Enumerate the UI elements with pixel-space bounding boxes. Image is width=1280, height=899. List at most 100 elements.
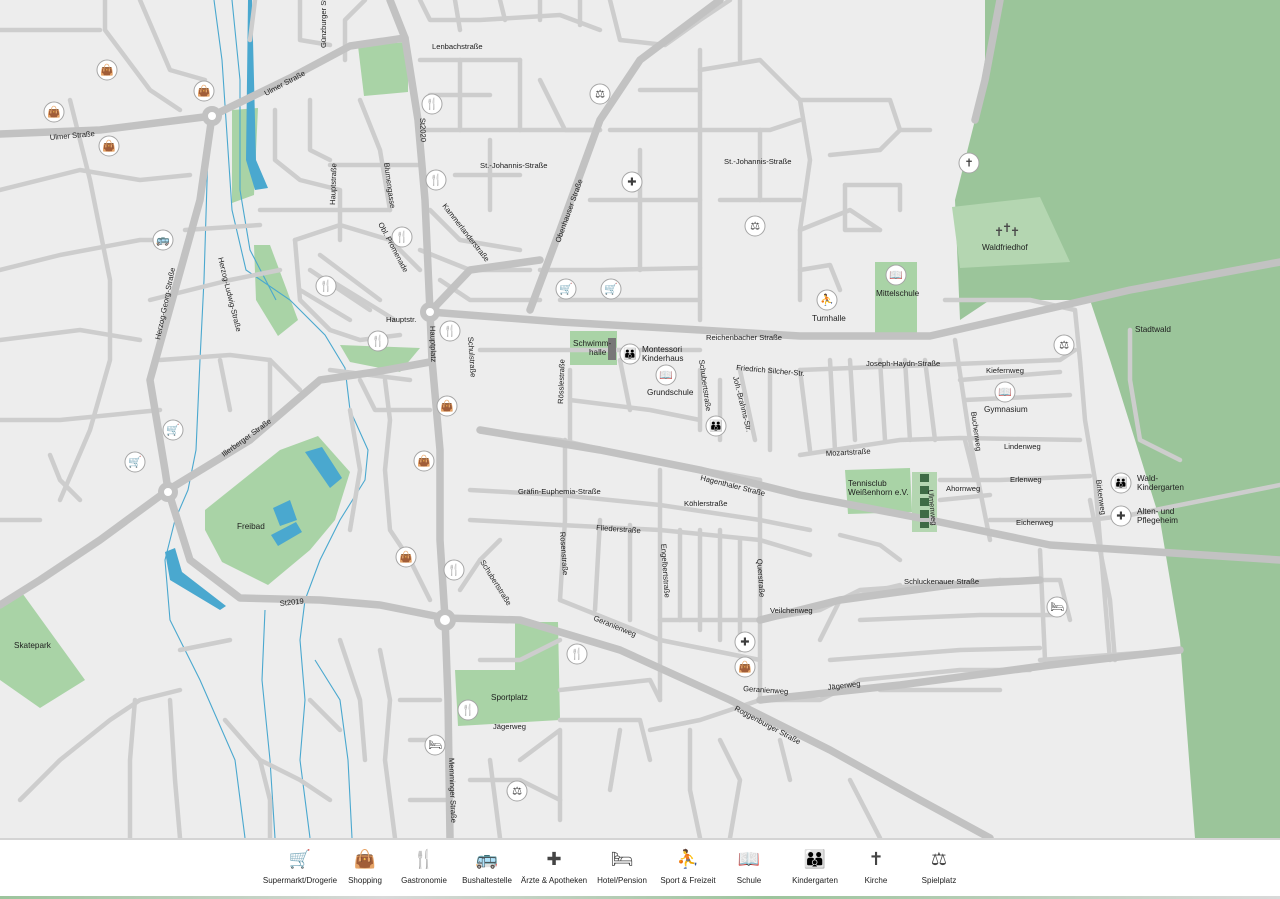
school-icon[interactable]: 📖 [994, 381, 1016, 403]
legend-label: Spielplatz [921, 876, 957, 885]
svg-text:🛒: 🛒 [559, 283, 573, 296]
street-label: Lindenweg [1004, 442, 1041, 451]
playground-icon: ⚖ [930, 849, 948, 870]
shopping-bag-icon[interactable]: 👜 [395, 546, 417, 568]
shopping-bag-icon[interactable]: 👜 [436, 395, 458, 417]
bed-icon[interactable]: 🛏 [424, 734, 446, 756]
street-label: St2020 [418, 118, 428, 142]
svg-text:👜: 👜 [197, 85, 211, 98]
svg-text:👜: 👜 [102, 140, 116, 153]
area-label: Turnhalle [812, 314, 846, 323]
svg-text:⚖: ⚖ [595, 88, 605, 101]
restaurant-icon[interactable]: 🍴 [391, 226, 413, 248]
area-label: Kinderhaus [642, 354, 683, 363]
supermarket-icon[interactable]: 🛒 [162, 419, 184, 441]
svg-text:👜: 👜 [417, 455, 431, 468]
svg-text:🛏: 🛏 [1050, 601, 1064, 614]
svg-text:🍴: 🍴 [319, 280, 333, 293]
svg-text:👜: 👜 [738, 661, 752, 674]
shopping-bag-icon[interactable]: 👜 [98, 135, 120, 157]
shopping-bag-icon[interactable]: 👜 [43, 101, 65, 123]
area-label: Weißenhorn e.V. [848, 488, 909, 497]
bus-icon[interactable]: 🚌 [152, 229, 174, 251]
restaurant-icon[interactable]: 🍴 [443, 559, 465, 581]
svg-text:⚖: ⚖ [750, 220, 760, 233]
svg-text:🍴: 🍴 [395, 231, 409, 244]
svg-text:👪: 👪 [623, 348, 637, 361]
kindergarten-icon[interactable]: 👪 [619, 343, 641, 365]
svg-text:🛏: 🛏 [428, 739, 442, 752]
area-label: Sportplatz [491, 693, 528, 702]
medical-cross-icon[interactable]: ✚ [621, 171, 643, 193]
street-label: Gräfin-Euphemia-Straße [518, 487, 601, 496]
area-label: halle [589, 348, 607, 357]
playground-icon[interactable]: ⚖ [506, 780, 528, 802]
area-label: Waldfriedhof [982, 243, 1028, 252]
playground-icon[interactable]: ⚖ [744, 215, 766, 237]
kindergarten-icon[interactable]: 👪 [1110, 472, 1132, 494]
medical-cross-icon[interactable]: ✚ [734, 631, 756, 653]
supermarket-icon[interactable]: 🛒 [124, 451, 146, 473]
map-legend: 🛒 Supermarkt/Drogerie 👜 Shopping 🍴 Gastr… [0, 838, 1280, 899]
svg-text:✚: ✚ [1116, 510, 1125, 523]
area-label: Kindergarten [1137, 483, 1184, 492]
area-label: Pflegeheim [1137, 516, 1178, 525]
supermarket-icon[interactable]: 🛒 [555, 278, 577, 300]
svg-text:👜: 👜 [47, 106, 61, 119]
shopping-bag-icon[interactable]: 👜 [96, 59, 118, 81]
church-cross-icon[interactable]: ✝ [958, 152, 980, 174]
svg-text:✝: ✝ [1010, 225, 1020, 239]
svg-text:📖: 📖 [889, 269, 903, 282]
svg-text:✚: ✚ [740, 636, 749, 649]
street-label: St.-Johannis-Straße [724, 157, 792, 166]
city-map[interactable]: Lenbachstraße Günzburger Straße Ulmer St… [0, 0, 1280, 838]
playground-icon[interactable]: ⚖ [1053, 334, 1075, 356]
restaurant-icon[interactable]: 🍴 [566, 643, 588, 665]
svg-text:🍴: 🍴 [447, 564, 461, 577]
area-label: Alten- und [1137, 507, 1175, 516]
street-label: Lenbachstraße [432, 42, 483, 51]
kindergarten-icon[interactable]: 👪 [705, 415, 727, 437]
svg-text:⚖: ⚖ [1059, 339, 1069, 352]
area-label: Tennisclub [848, 479, 887, 488]
restaurant-icon[interactable]: 🍴 [425, 169, 447, 191]
svg-text:⚖: ⚖ [512, 785, 522, 798]
restaurant-icon[interactable]: 🍴 [367, 330, 389, 352]
street-label: Reichenbacher Straße [706, 333, 782, 342]
area-label: Freibad [237, 522, 265, 531]
svg-text:✚: ✚ [627, 176, 636, 189]
shopping-bag-icon[interactable]: 👜 [413, 450, 435, 472]
restaurant-icon[interactable]: 🍴 [457, 699, 479, 721]
street-label: Veilchenweg [770, 606, 813, 615]
street-label: Köhlerstraße [684, 499, 727, 508]
medical-cross-icon[interactable]: ✚ [1110, 505, 1132, 527]
street-label: Günzburger Straße [319, 0, 328, 48]
restaurant-icon[interactable]: 🍴 [439, 320, 461, 342]
restaurant-icon[interactable]: 🍴 [421, 93, 443, 115]
svg-text:📖: 📖 [659, 369, 673, 382]
restaurant-icon[interactable]: 🍴 [315, 275, 337, 297]
street-label: Hauptstraße [328, 163, 338, 205]
playground-icon[interactable]: ⚖ [589, 83, 611, 105]
street-label: Schluckenauer Straße [904, 577, 979, 586]
shopping-bag-icon[interactable]: 👜 [734, 656, 756, 678]
park-top [358, 42, 408, 96]
shopping-bag-icon[interactable]: 👜 [193, 80, 215, 102]
roundabout-ulmer [202, 106, 222, 126]
svg-text:🛒: 🛒 [128, 456, 142, 469]
street-label: Jägerweg [493, 722, 526, 731]
sport-icon[interactable]: ⛹ [816, 289, 838, 311]
bed-icon[interactable]: 🛏 [1046, 596, 1068, 618]
area-label: Wald- [1137, 474, 1158, 483]
svg-text:👜: 👜 [399, 551, 413, 564]
school-icon[interactable]: 📖 [885, 264, 907, 286]
svg-text:🍴: 🍴 [425, 98, 439, 111]
svg-text:🍴: 🍴 [570, 648, 584, 661]
svg-text:👜: 👜 [440, 400, 454, 413]
supermarket-icon[interactable]: 🛒 [600, 278, 622, 300]
school-icon[interactable]: 📖 [655, 364, 677, 386]
street-label: Hauptstr. [386, 315, 416, 324]
legend-item: ⚖ Spielplatz [894, 848, 984, 885]
area-label: Mittelschule [876, 289, 920, 298]
svg-text:🛒: 🛒 [604, 283, 618, 296]
